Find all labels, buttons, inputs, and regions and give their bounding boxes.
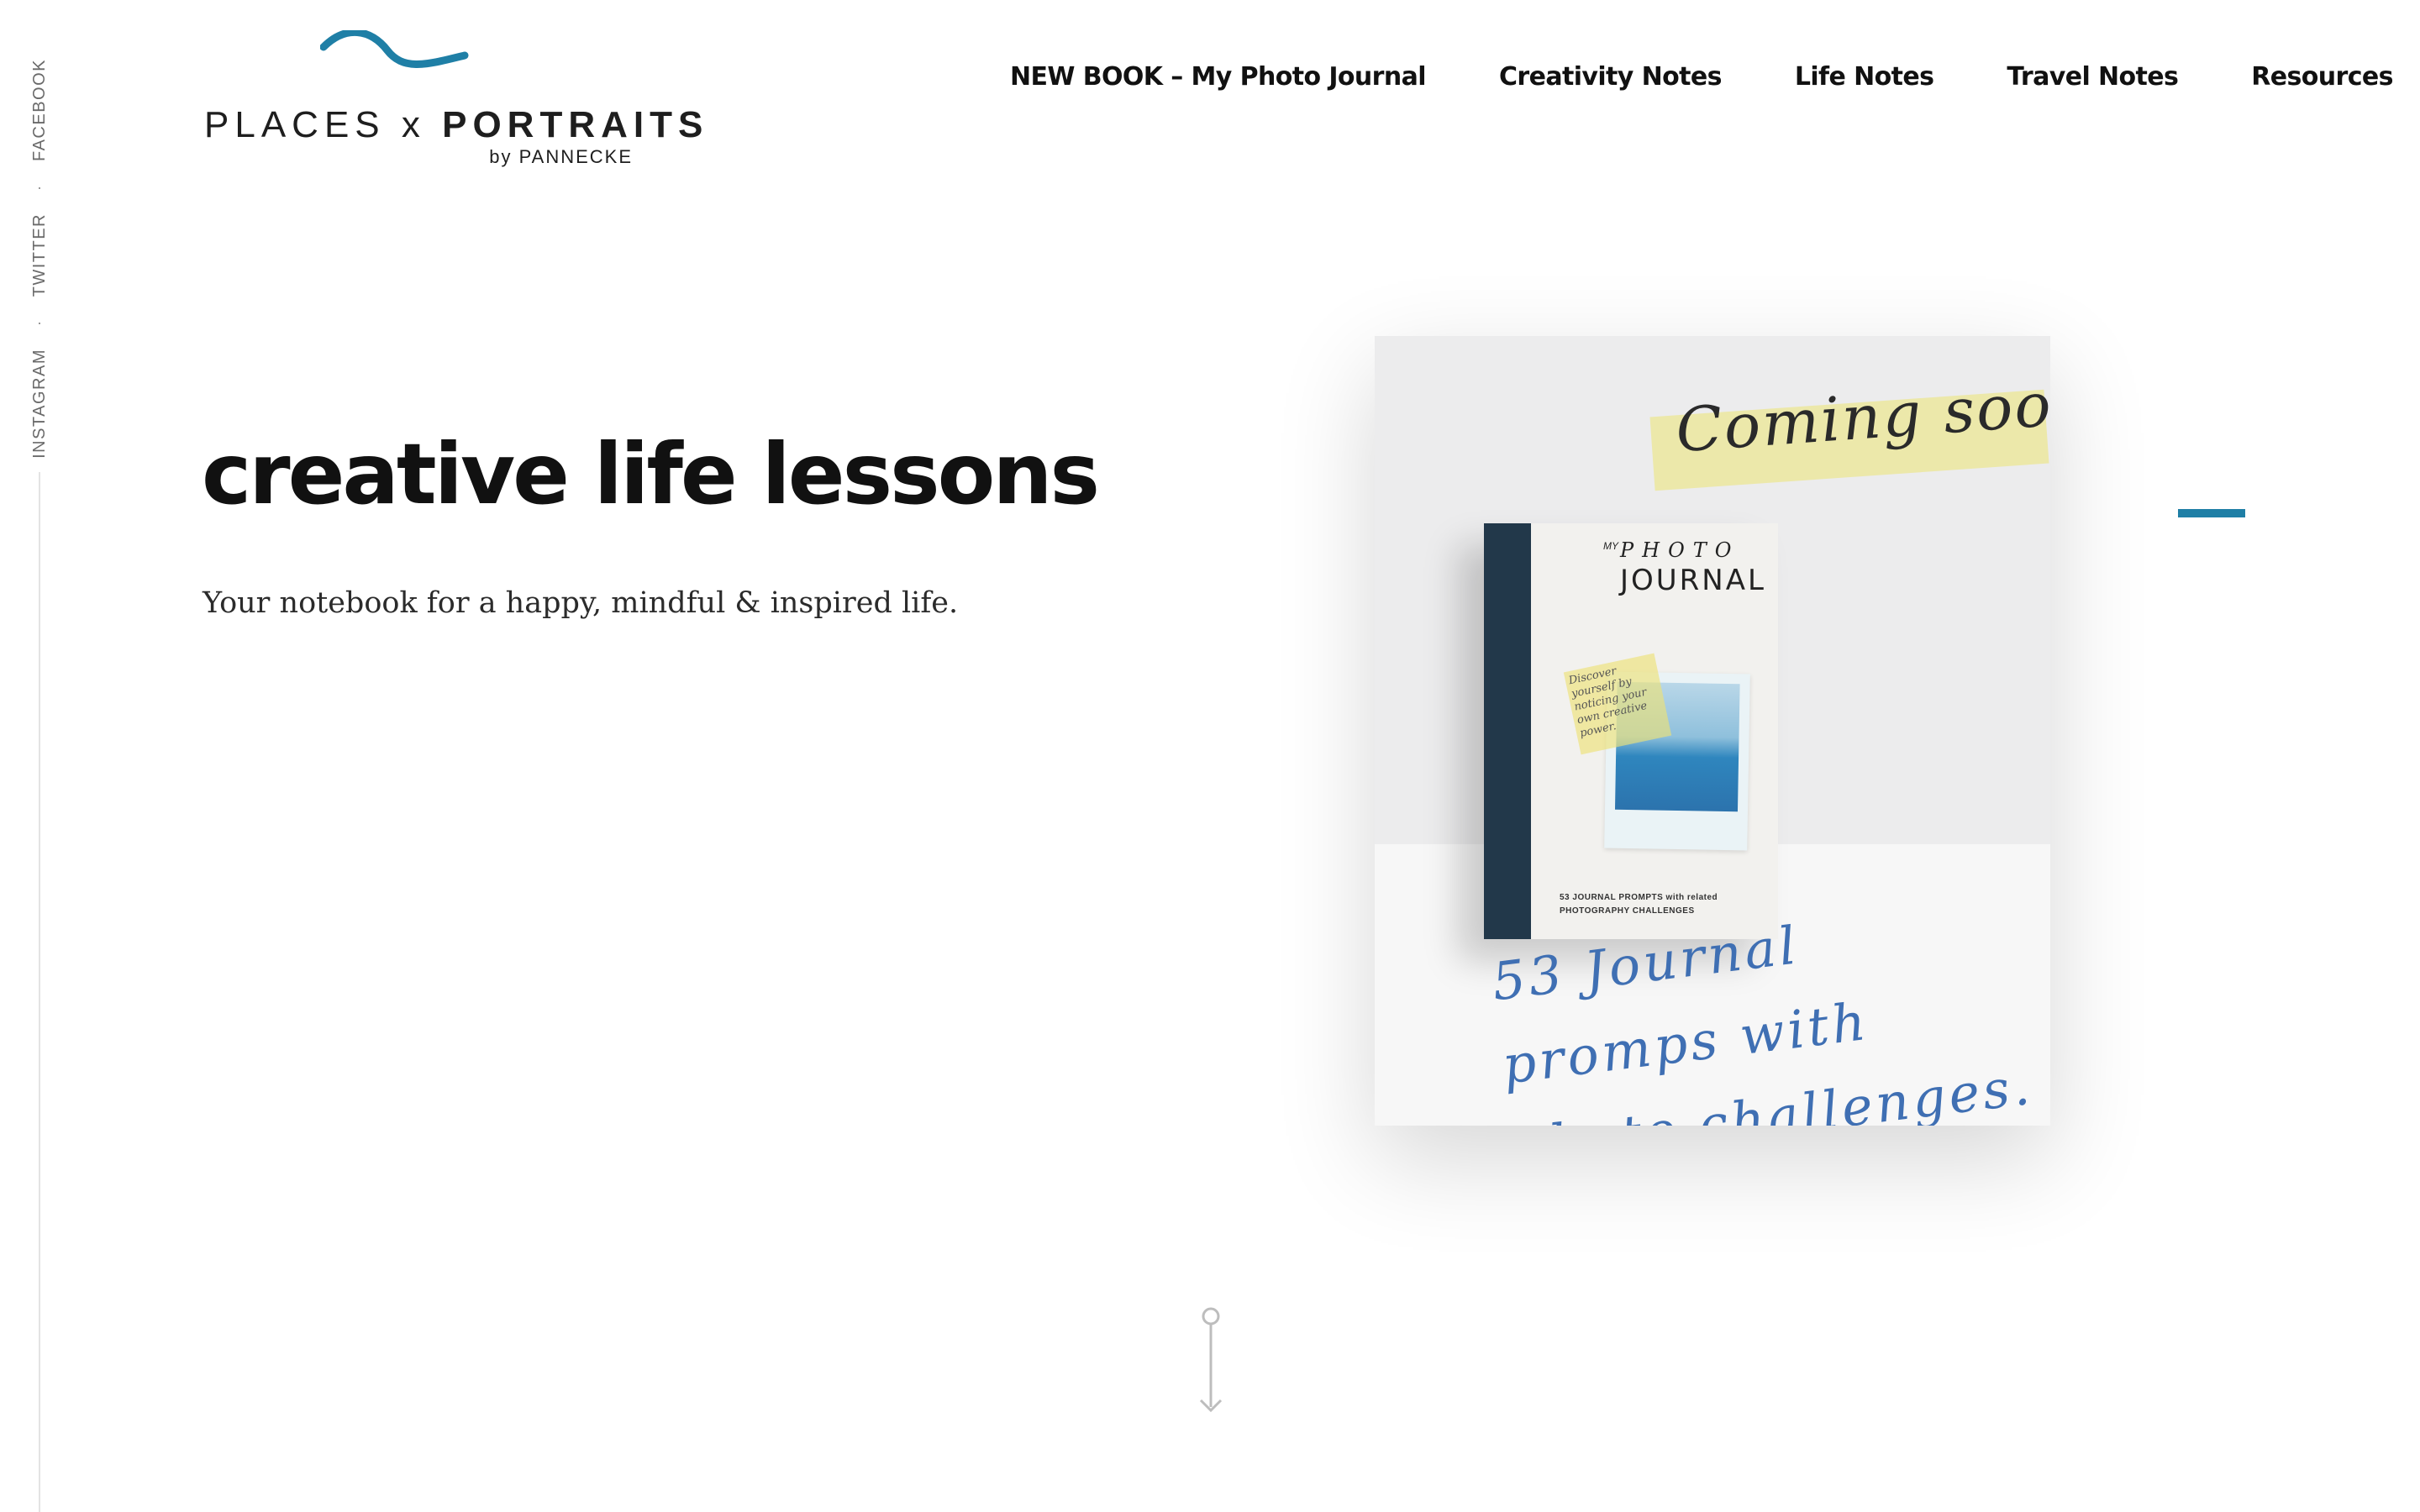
- main-nav: NEW BOOK – My Photo Journal Creativity N…: [1010, 62, 2394, 92]
- nav-item-creativity-notes[interactable]: Creativity Notes: [1499, 62, 1722, 92]
- scroll-arrow-icon: [1199, 1307, 1223, 1413]
- logo-wordmark: PLACES x PORTRAITS: [204, 104, 708, 146]
- social-link-facebook[interactable]: Facebook: [30, 59, 50, 161]
- nav-item-travel-notes[interactable]: Travel Notes: [2007, 62, 2179, 92]
- social-link-instagram[interactable]: Instagram: [30, 349, 50, 459]
- book-title-photo: PHOTO: [1620, 538, 1740, 562]
- social-sidebar: Facebook · Twitter · Instagram: [25, 59, 54, 459]
- social-link-twitter[interactable]: Twitter: [30, 213, 50, 297]
- sidebar-divider: [39, 472, 40, 1512]
- logo-byline: by PANNECKE: [489, 146, 633, 167]
- wave-logo-icon: [320, 30, 469, 69]
- nav-item-life-notes[interactable]: Life Notes: [1795, 62, 1934, 92]
- promo-book-image[interactable]: Coming soon! MY PHOTO JOURNAL Discover y…: [1375, 336, 2050, 1126]
- book-spine: [1484, 523, 1531, 939]
- scroll-down-icon[interactable]: [1194, 1306, 1228, 1428]
- photo-journal-book: MY PHOTO JOURNAL Discover yourself by no…: [1484, 523, 1778, 939]
- book-footer-line1: 53 JOURNAL PROMPTS with related: [1560, 893, 1718, 902]
- logo-portraits: PORTRAITS: [442, 104, 709, 145]
- site-logo[interactable]: PLACES x PORTRAITS by PANNECKE: [204, 30, 702, 173]
- accent-bar: [2178, 509, 2245, 517]
- hero-subtitle: Your notebook for a happy, mindful & ins…: [203, 586, 959, 620]
- social-separator: ·: [37, 314, 42, 332]
- nav-item-resources[interactable]: Resources: [2251, 62, 2393, 92]
- logo-places: PLACES x: [204, 104, 443, 145]
- hero-title: creative life lessons: [202, 425, 1100, 523]
- book-footer-line2: PHOTOGRAPHY CHALLENGES: [1560, 906, 1695, 916]
- nav-item-new-book[interactable]: NEW BOOK – My Photo Journal: [1010, 62, 1427, 92]
- book-title-my: MY: [1603, 540, 1618, 552]
- book-title-journal: JOURNAL: [1620, 564, 1766, 597]
- social-separator: ·: [37, 179, 42, 197]
